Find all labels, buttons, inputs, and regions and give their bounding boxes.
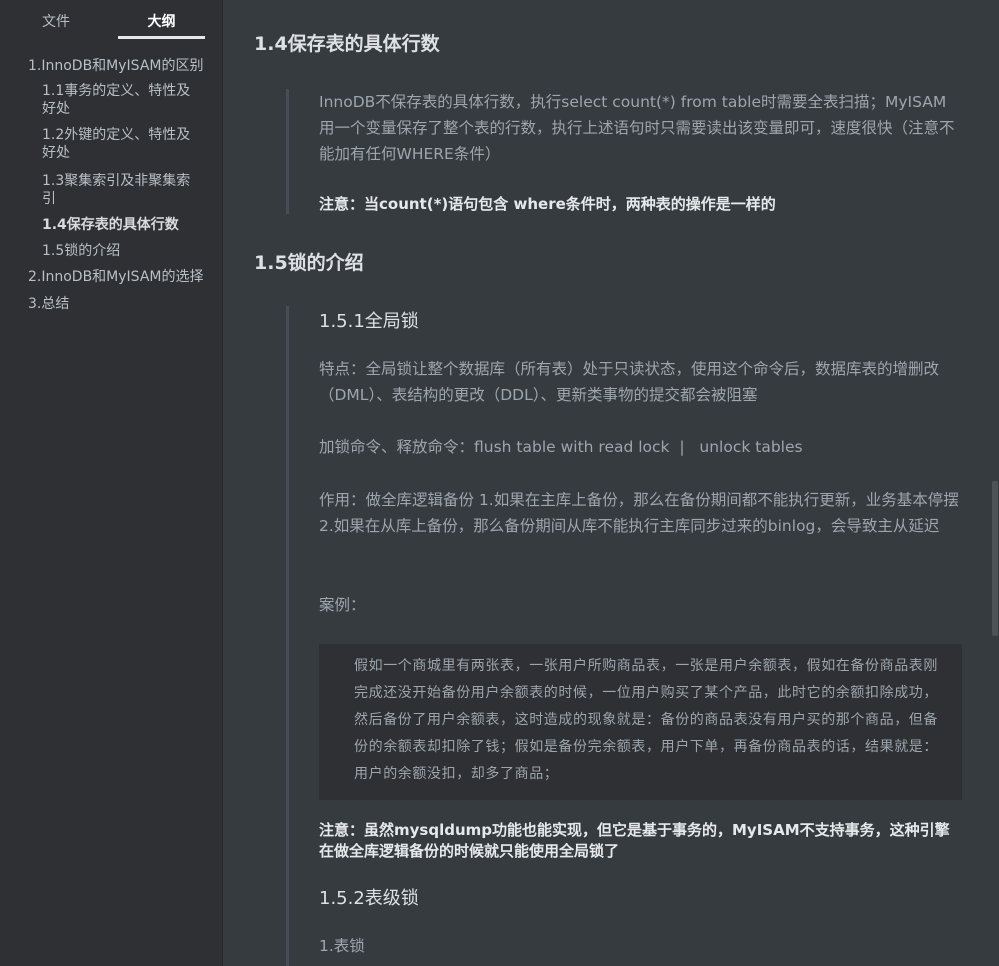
- outline-item-summary[interactable]: 3.总结: [28, 295, 128, 313]
- heading-global-lock: 1.5.1全局锁: [319, 311, 419, 332]
- sidebar: 文件 大纲 1.InnoDB和MyISAM的区别 1.1事务的定义、特性及好处 …: [0, 0, 223, 966]
- case-text: 假如一个商城里有两张表，一张用户所购商品表，一张是用户余额表，假如在备份商品表刚…: [354, 658, 938, 782]
- tab-file[interactable]: 文件: [36, 11, 76, 31]
- heading-row-count: 1.4保存表的具体行数: [254, 33, 440, 55]
- sidebar-tabs: 文件 大纲: [0, 0, 222, 40]
- outline-item-foreign-key[interactable]: 1.2外键的定义、特性及好处: [42, 126, 202, 162]
- outline-item-clustered-index[interactable]: 1.3聚集索引及非聚集索引: [42, 172, 202, 208]
- global-lock-features: 特点：全局锁让整个数据库（所有表）处于只读状态，使用这个命令后，数据库表的增删改…: [319, 360, 940, 404]
- outline-item-row-count[interactable]: 1.4保存表的具体行数: [42, 216, 212, 234]
- global-lock-usage: 作用：做全库逻辑备份 1.如果在主库上备份，那么在备份期间都不能执行更新，业务基…: [319, 491, 959, 535]
- table-lock-item: 1.表锁: [319, 937, 365, 955]
- blockquote-bar: [286, 89, 289, 214]
- outline-item-choice[interactable]: 2.InnoDB和MyISAM的选择: [28, 268, 218, 286]
- global-lock-commands: 加锁命令、释放命令：flush table with read lock | u…: [319, 438, 803, 456]
- heading-locks: 1.5锁的介绍: [254, 252, 364, 274]
- global-lock-note: 注意：虽然mysqldump功能也能实现，但它是基于事务的，MyISAM不支持事…: [319, 821, 950, 860]
- blockquote-bar: [286, 306, 289, 966]
- outline-item-transaction[interactable]: 1.1事务的定义、特性及好处: [42, 82, 202, 118]
- heading-table-lock: 1.5.2表级锁: [319, 888, 419, 909]
- row-count-quote: InnoDB不保存表的具体行数，执行select count(*) from t…: [319, 93, 955, 163]
- case-label: 案例：: [319, 596, 366, 614]
- scrollbar-thumb[interactable]: [992, 481, 998, 636]
- case-code-block: 假如一个商城里有两张表，一张用户所购商品表，一张是用户余额表，假如在备份商品表刚…: [319, 644, 962, 800]
- outline-item-innodb-myisam-diff[interactable]: 1.InnoDB和MyISAM的区别: [28, 57, 213, 75]
- active-tab-indicator: [118, 36, 205, 39]
- tab-outline[interactable]: 大纲: [118, 11, 205, 31]
- row-count-note: 注意：当count(*)语句包含 where条件时，两种表的操作是一样的: [319, 195, 776, 213]
- outline-item-locks[interactable]: 1.5锁的介绍: [42, 242, 212, 260]
